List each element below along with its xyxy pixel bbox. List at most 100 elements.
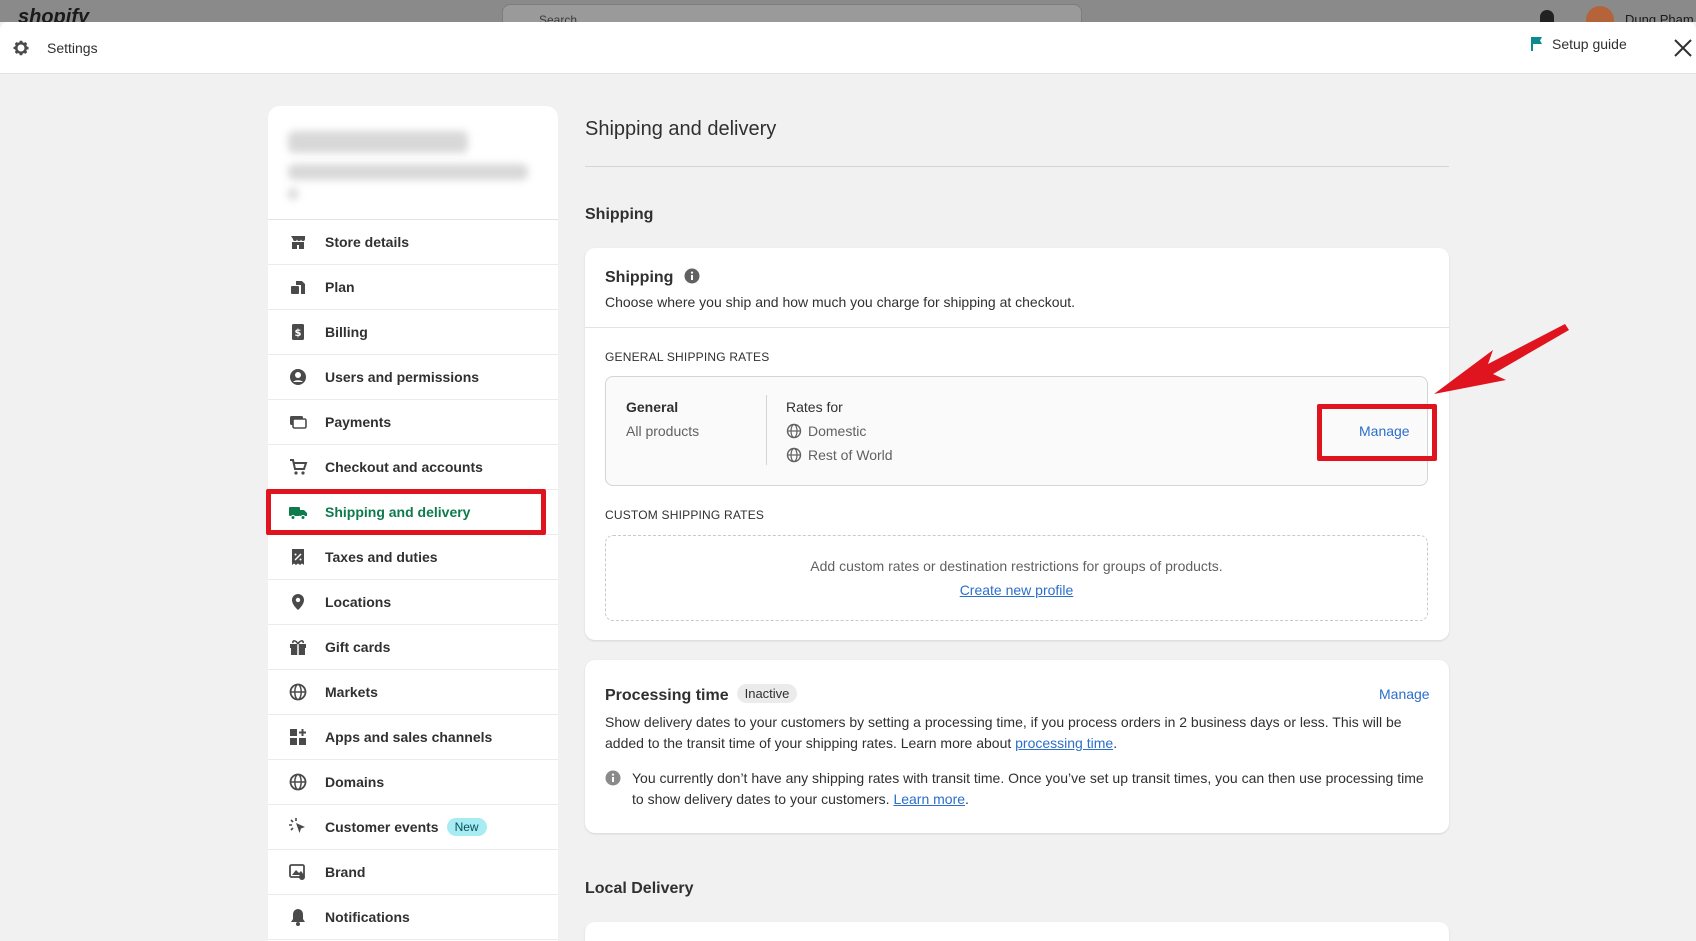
sidebar-item-taxes-and-duties[interactable]: Taxes and duties (268, 535, 558, 580)
learn-more-link[interactable]: Learn more (893, 791, 965, 807)
sidebar-item-apps-and-sales-channels[interactable]: Apps and sales channels (268, 715, 558, 760)
transit-time-notice: You currently don’t have any shipping ra… (632, 768, 1432, 810)
custom-rates-empty-state: Add custom rates or destination restrict… (605, 535, 1428, 621)
profile-divider (766, 395, 767, 465)
cart-icon (290, 459, 308, 475)
zone-domestic-label: Domestic (808, 423, 867, 439)
settings-header: Settings Setup guide (0, 22, 1696, 74)
title-divider (585, 166, 1449, 167)
sidebar-item-label: Gift cards (325, 639, 391, 655)
sidebar-item-label: Brand (325, 864, 366, 880)
flag-icon (1531, 37, 1542, 51)
sidebar-item-label: Billing (325, 324, 368, 340)
close-icon[interactable] (1672, 37, 1694, 59)
sidebar-item-notifications[interactable]: Notifications (268, 895, 558, 940)
setup-guide-label: Setup guide (1552, 36, 1627, 52)
sidebar-item-label: Apps and sales channels (325, 729, 493, 745)
highlight-shipping-nav (266, 489, 546, 535)
tax-icon (292, 549, 304, 565)
general-rates-label: GENERAL SHIPPING RATES (605, 350, 770, 364)
notification-bell-icon[interactable] (1540, 10, 1554, 22)
sidebar-item-label: Checkout and accounts (325, 459, 483, 475)
global-search-input[interactable]: Search (502, 4, 1082, 22)
user-icon (290, 369, 306, 385)
sidebar-item-domains[interactable]: Domains (268, 760, 558, 805)
sidebar-item-locations[interactable]: Locations (268, 580, 558, 625)
brand-icon (289, 864, 305, 880)
rates-for-label: Rates for (786, 399, 843, 415)
zone-rest-of-world-label: Rest of World (808, 447, 893, 463)
create-new-profile-link[interactable]: Create new profile (960, 582, 1074, 598)
processing-description-end: . (1113, 735, 1118, 751)
payments-icon (290, 416, 307, 429)
sidebar-item-label: Domains (325, 774, 385, 790)
location-icon (292, 594, 304, 610)
sidebar-item-checkout-and-accounts[interactable]: Checkout and accounts (268, 445, 558, 490)
sidebar-item-customer-events[interactable]: Customer events New (268, 805, 558, 850)
sidebar-nav: Store details Plan $ Billing Users and permi… (268, 220, 558, 940)
sidebar-item-markets[interactable]: Markets (268, 670, 558, 715)
profile-name: General (626, 399, 679, 415)
avatar[interactable] (1586, 6, 1614, 22)
globe-icon (786, 423, 802, 439)
processing-time-card: Processing time Inactive Manage Show deli… (585, 660, 1449, 833)
blurred-store-detail (288, 188, 298, 200)
general-shipping-profile: General All products Rates for Domestic … (605, 376, 1428, 486)
user-name[interactable]: Dung Pham (1625, 12, 1694, 22)
transit-notice-end: . (965, 791, 969, 807)
shipping-card-description: Choose where you ship and how much you c… (605, 294, 1076, 310)
billing-icon: $ (292, 324, 304, 340)
sidebar-item-label: Plan (325, 279, 355, 295)
sidebar-item-label: Markets (325, 684, 378, 700)
zone-domestic: Domestic (786, 423, 866, 439)
shipping-card-title-text: Shipping (605, 269, 674, 286)
globe-icon (289, 773, 307, 791)
info-icon (605, 770, 621, 786)
sidebar-item-label: Locations (325, 594, 392, 610)
sidebar-item-plan[interactable]: Plan (268, 265, 558, 310)
sidebar-item-billing[interactable]: $ Billing (268, 310, 558, 355)
highlight-manage-button (1317, 404, 1437, 461)
transit-notice-text: You currently don’t have any shipping ra… (632, 770, 1424, 807)
store-icon (291, 236, 305, 249)
sidebar-item-gift-cards[interactable]: Gift cards (268, 625, 558, 670)
processing-time-title: Processing time Inactive (605, 684, 798, 705)
sidebar-item-label: Taxes and duties (325, 549, 438, 565)
sidebar-item-users-and-permissions[interactable]: Users and permissions (268, 355, 558, 400)
zone-rest-of-world: Rest of World (786, 447, 893, 463)
apps-icon (290, 729, 306, 745)
sidebar-item-label: Users and permissions (325, 369, 480, 385)
globe-icon (786, 447, 802, 463)
processing-time-description: Show delivery dates to your customers by… (605, 712, 1425, 754)
custom-rates-label: CUSTOM SHIPPING RATES (605, 508, 765, 522)
sidebar-item-payments[interactable]: Payments (268, 400, 558, 445)
local-delivery-section-title: Local Delivery (585, 880, 694, 897)
shipping-section-title: Shipping (585, 206, 654, 223)
processing-time-title-text: Processing time (605, 687, 729, 704)
manage-processing-time-button[interactable]: Manage (1379, 686, 1430, 702)
sidebar-item-label: Store details (325, 234, 410, 250)
custom-rates-description: Add custom rates or destination restrict… (810, 558, 1223, 574)
new-badge: New (446, 818, 487, 836)
sidebar-item-label: Customer events (325, 819, 439, 835)
profile-scope: All products (626, 423, 700, 439)
svg-text:$: $ (295, 328, 302, 339)
settings-title: Settings (47, 40, 98, 56)
bell-icon (291, 909, 305, 926)
info-icon[interactable] (684, 268, 700, 284)
card-divider (585, 327, 1449, 328)
processing-description-text: Show delivery dates to your customers by… (605, 714, 1402, 751)
gift-icon (290, 640, 306, 655)
blurred-store-url (288, 164, 528, 180)
sidebar-item-store-details[interactable]: Store details (268, 220, 558, 265)
sidebar-item-brand[interactable]: Brand (268, 850, 558, 895)
sidebar-item-label: Payments (325, 414, 392, 430)
setup-guide-button[interactable]: Setup guide (1530, 36, 1627, 52)
shopify-logo: shopify (18, 6, 90, 22)
cursor-icon (289, 818, 305, 833)
red-arrow-annotation (1434, 324, 1569, 394)
shopify-topbar: shopify Search Dung Pham (0, 0, 1696, 22)
processing-time-link[interactable]: processing time (1015, 735, 1113, 751)
blurred-store-name (288, 131, 468, 153)
status-badge: Inactive (736, 684, 798, 703)
